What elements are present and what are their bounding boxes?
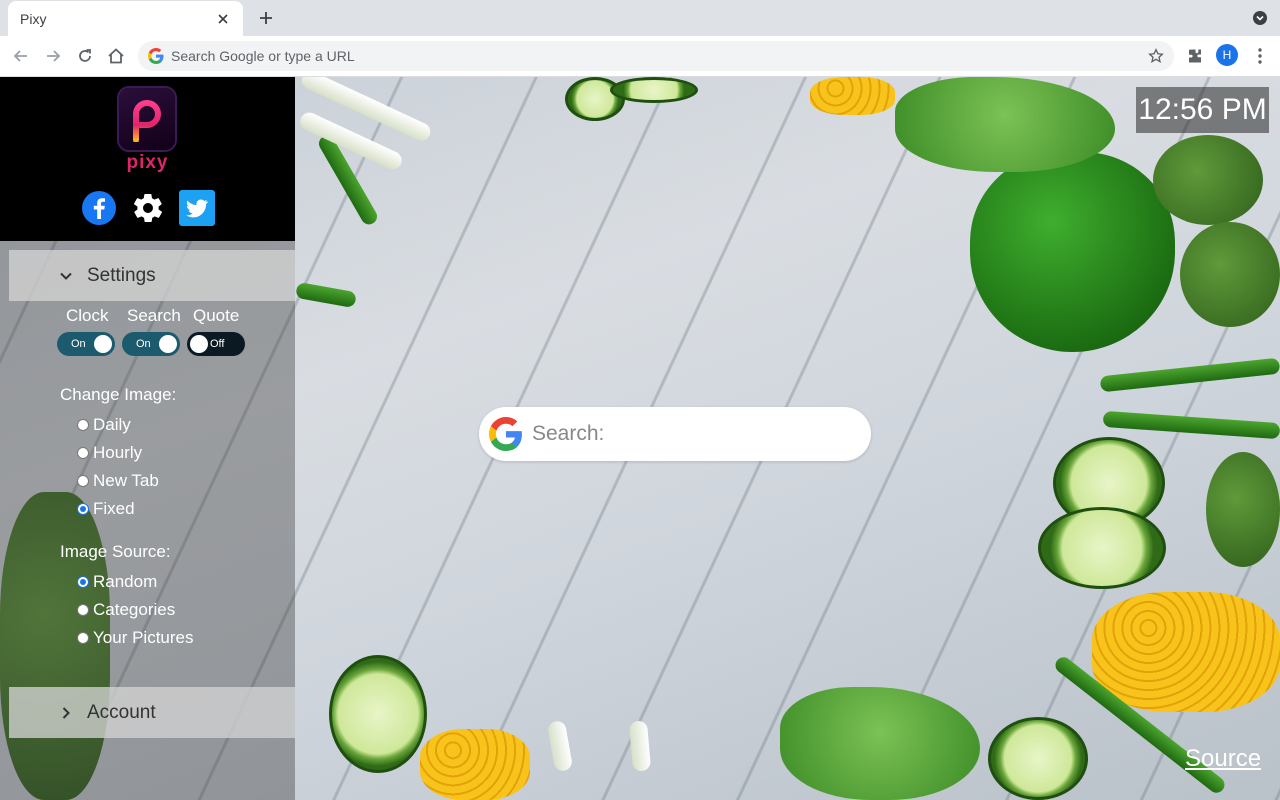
profile-avatar[interactable]: H xyxy=(1216,44,1238,66)
radio-random[interactable]: Random xyxy=(77,572,157,592)
radio-label: New Tab xyxy=(93,471,159,490)
corn-decoration xyxy=(420,729,530,800)
facebook-icon[interactable] xyxy=(80,189,117,226)
tab-search-icon[interactable] xyxy=(1252,10,1268,26)
toggle-knob xyxy=(159,335,177,353)
cucumber-decoration xyxy=(610,77,698,103)
settings-accordion-header[interactable]: Settings xyxy=(9,250,295,301)
panel-header: pixy xyxy=(0,77,295,241)
radio-label: Your Pictures xyxy=(93,628,194,647)
toggle-knob xyxy=(190,335,208,353)
extensions-icon[interactable] xyxy=(1183,44,1207,68)
radio-hourly[interactable]: Hourly xyxy=(77,443,142,463)
gear-icon[interactable] xyxy=(129,189,166,226)
pixy-logo xyxy=(119,88,175,150)
google-g-icon xyxy=(489,417,522,451)
clock: 12:56 PM xyxy=(1136,87,1269,133)
account-accordion-header[interactable]: Account xyxy=(9,687,295,738)
chevron-down-icon xyxy=(60,272,72,280)
radio-button[interactable] xyxy=(77,632,89,644)
forward-icon[interactable] xyxy=(41,44,65,68)
onion-decoration xyxy=(546,719,574,773)
radio-daily[interactable]: Daily xyxy=(77,415,131,435)
radio-button[interactable] xyxy=(77,604,89,616)
radio-label: Daily xyxy=(93,415,131,434)
browser-menu-icon[interactable] xyxy=(1248,44,1272,68)
tab-pixy[interactable]: Pixy xyxy=(8,1,243,36)
lettuce-decoration xyxy=(895,77,1115,172)
close-tab-icon[interactable] xyxy=(215,11,231,27)
reload-icon[interactable] xyxy=(73,44,97,68)
chili-decoration xyxy=(1102,410,1280,440)
chili-decoration xyxy=(295,281,357,309)
image-source-label: Image Source: xyxy=(60,542,171,561)
google-g-icon xyxy=(148,48,164,64)
change-image-label: Change Image: xyxy=(60,385,177,404)
broccoli-decoration xyxy=(1153,135,1263,225)
clock-toggle[interactable]: On xyxy=(57,332,115,356)
pepper-decoration xyxy=(970,152,1175,352)
new-tab-icon[interactable] xyxy=(256,8,276,28)
radio-button[interactable] xyxy=(77,447,89,459)
radio-button[interactable] xyxy=(77,475,89,487)
quote-toggle-state: Off xyxy=(210,338,225,350)
cucumber-decoration xyxy=(988,717,1088,800)
new-tab-page: 12:56 PM Source pixy xyxy=(0,77,1280,800)
chili-decoration xyxy=(1099,357,1280,393)
browser-toolbar: H xyxy=(0,36,1280,77)
back-icon[interactable] xyxy=(9,44,33,68)
tab-strip: Pixy xyxy=(0,0,1280,36)
search-bar[interactable] xyxy=(479,407,871,461)
radio-label: Hourly xyxy=(93,443,143,462)
cucumber-decoration xyxy=(329,655,427,773)
clock-toggle-state: On xyxy=(71,338,86,350)
radio-new-tab[interactable]: New Tab xyxy=(77,471,159,491)
tab-title: Pixy xyxy=(20,10,47,27)
radio-label: Random xyxy=(93,572,158,591)
radio-your-pictures[interactable]: Your Pictures xyxy=(77,628,193,648)
logo-name: pixy xyxy=(126,152,169,173)
chevron-right-icon xyxy=(62,706,70,719)
corn-decoration xyxy=(810,77,895,115)
twitter-icon[interactable] xyxy=(178,189,215,226)
search-toggle[interactable]: On xyxy=(122,332,180,356)
home-icon[interactable] xyxy=(104,44,128,68)
radio-button-selected[interactable] xyxy=(77,503,89,515)
omnibox[interactable] xyxy=(138,41,1174,71)
cucumber-decoration xyxy=(1038,507,1166,589)
radio-label: Categories xyxy=(93,600,176,619)
bookmark-star-icon[interactable] xyxy=(1144,44,1168,68)
radio-categories[interactable]: Categories xyxy=(77,600,175,620)
settings-panel: Settings Clock Search Quote On On Off Ch… xyxy=(0,241,295,800)
broccoli-decoration xyxy=(1206,452,1280,567)
settings-label: Settings xyxy=(87,264,156,286)
onion-decoration xyxy=(628,720,652,772)
corn-decoration xyxy=(1092,592,1280,712)
search-input[interactable] xyxy=(532,422,852,446)
omnibox-input[interactable] xyxy=(171,48,1131,64)
quote-toggle-label: Quote xyxy=(193,306,240,325)
search-toggle-label: Search xyxy=(127,306,181,325)
broccoli-decoration xyxy=(1180,222,1280,327)
search-toggle-state: On xyxy=(136,338,151,350)
radio-button-selected[interactable] xyxy=(77,576,89,588)
radio-label: Fixed xyxy=(93,499,135,518)
source-link[interactable]: Source xyxy=(1185,745,1261,773)
radio-fixed[interactable]: Fixed xyxy=(77,499,135,519)
toggle-knob xyxy=(94,335,112,353)
quote-toggle[interactable]: Off xyxy=(187,332,245,356)
clock-toggle-label: Clock xyxy=(66,306,109,325)
lettuce-decoration xyxy=(780,687,980,800)
radio-button[interactable] xyxy=(77,419,89,431)
account-label: Account xyxy=(87,701,156,723)
